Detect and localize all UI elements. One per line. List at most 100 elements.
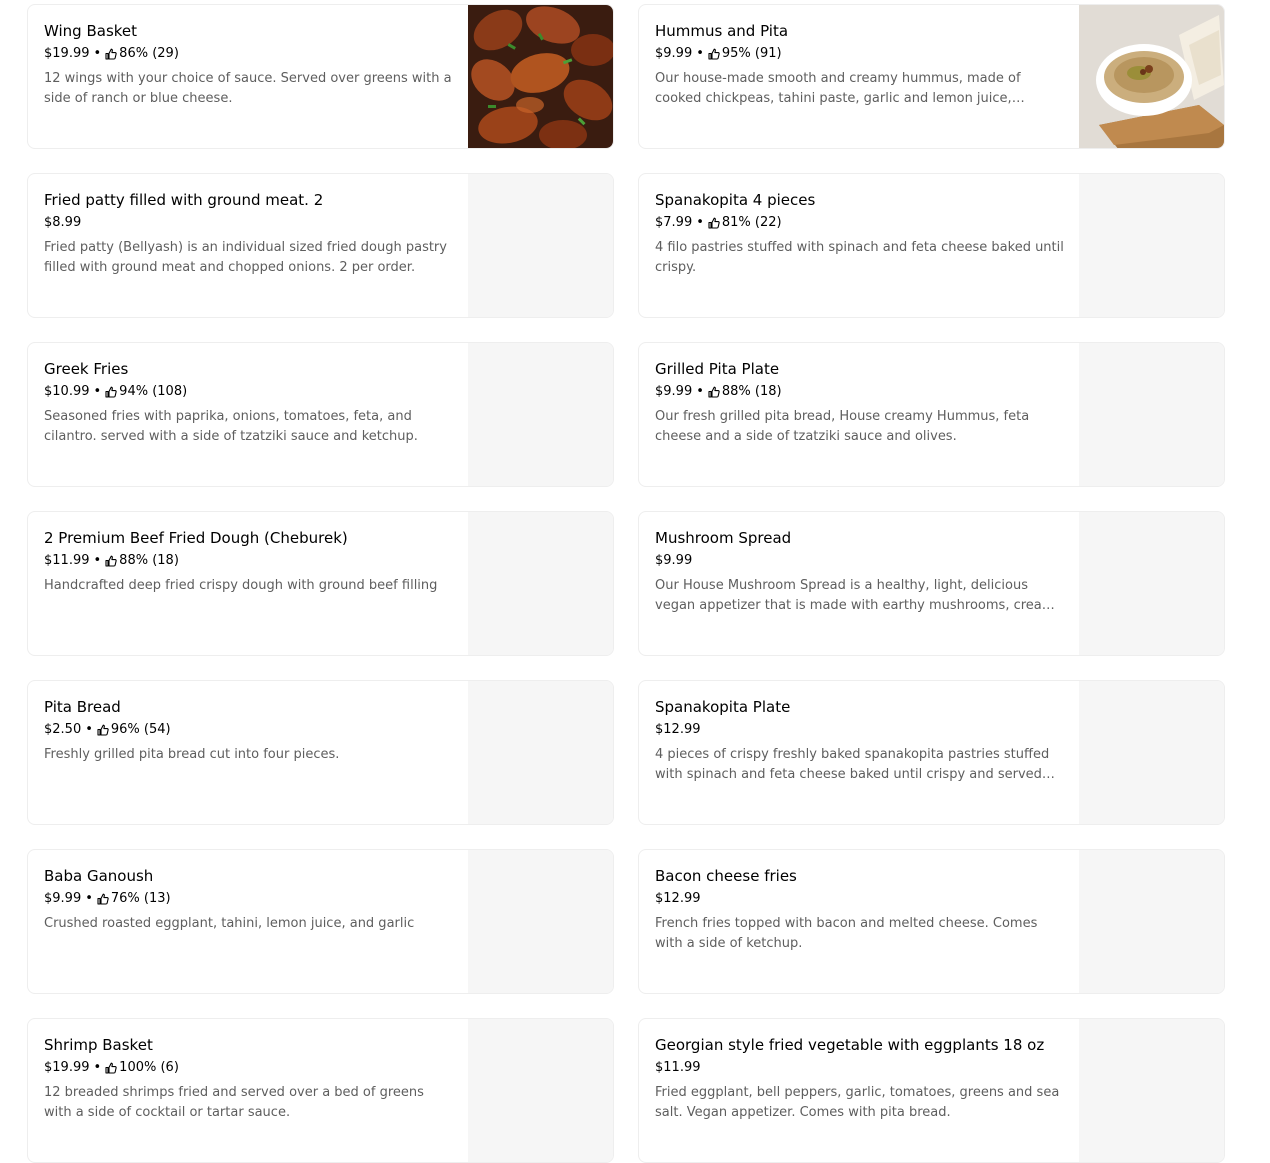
menu-item-card[interactable]: Spanakopita 4 pieces $7.99 • 81% (22) 4 … [638,173,1225,318]
menu-item-card[interactable]: Grilled Pita Plate $9.99 • 88% (18) Our … [638,342,1225,487]
menu-item-price: $9.99 [655,553,693,568]
menu-item-card[interactable]: Mushroom Spread $9.99 Our House Mushroom… [638,511,1225,656]
menu-item-card[interactable]: Baba Ganoush $9.99 • 76% (13) Crushed ro… [27,849,614,994]
meta-separator: • [85,722,93,737]
menu-item-meta: $9.99 • 76% (13) [44,890,454,908]
menu-item-info: Wing Basket $19.99 • 86% (29) 12 wings w… [44,21,454,109]
menu-item-rating: 88% (18) [119,553,179,568]
menu-item-title: Grilled Pita Plate [655,360,780,378]
thumbs-up-icon [97,893,109,905]
menu-item-price: $12.99 [655,891,701,906]
menu-item-description: Fried eggplant, bell peppers, garlic, to… [655,1085,1060,1120]
menu-item-info: Shrimp Basket $19.99 • 100% (6) 12 bread… [44,1035,454,1123]
menu-item-card[interactable]: Georgian style fried vegetable with eggp… [638,1018,1225,1163]
menu-item-info: 2 Premium Beef Fried Dough (Cheburek) $1… [44,528,454,596]
menu-item-description: 12 breaded shrimps fried and served over… [44,1085,424,1120]
menu-item-card[interactable]: Hummus and Pita $9.99 • 95% (91) Our hou… [638,4,1225,149]
menu-item-description: Our house-made smooth and creamy hummus,… [655,71,1021,106]
menu-item-title: Wing Basket [44,22,138,40]
thumbs-up-icon [708,386,720,398]
menu-item-info: Pita Bread $2.50 • 96% (54) Freshly gril… [44,697,454,765]
menu-item-description: 12 wings with your choice of sauce. Serv… [44,71,452,106]
menu-item-title: Baba Ganoush [44,867,154,885]
menu-item-price: $7.99 [655,215,693,230]
thumbs-up-icon [105,48,117,60]
menu-item-title: Spanakopita Plate [655,698,791,716]
menu-item-info: Hummus and Pita $9.99 • 95% (91) Our hou… [655,21,1065,109]
thumbs-up-icon [105,386,117,398]
menu-item-description: Our fresh grilled pita bread, House crea… [655,409,1030,444]
menu-item-grid: Wing Basket $19.99 • 86% (29) 12 wings w… [27,4,1225,1163]
menu-item-description: 4 filo pastries stuffed with spinach and… [655,240,1064,275]
menu-item-meta: $12.99 [655,890,1065,908]
menu-item-meta: $19.99 • 86% (29) [44,45,454,63]
menu-item-rating: 100% (6) [119,1060,179,1075]
menu-item-card[interactable]: Greek Fries $10.99 • 94% (108) Seasoned … [27,342,614,487]
menu-item-rating: 94% (108) [119,384,188,399]
menu-item-info: Georgian style fried vegetable with eggp… [655,1035,1065,1123]
meta-separator: • [93,553,102,568]
menu-item-info: Spanakopita 4 pieces $7.99 • 81% (22) 4 … [655,190,1065,278]
menu-item-price: $19.99 [44,1060,90,1075]
menu-item-description: Our House Mushroom Spread is a healthy, … [655,578,1055,613]
menu-item-price: $19.99 [44,46,90,61]
menu-item-card[interactable]: Fried patty filled with ground meat. 2 $… [27,173,614,318]
image-placeholder [468,174,613,317]
menu-item-title: Hummus and Pita [655,22,789,40]
meta-separator: • [93,1060,102,1075]
menu-item-rating: 76% (13) [110,891,171,906]
menu-item-price: $9.99 [655,46,693,61]
menu-item-card[interactable]: Bacon cheese fries $12.99 French fries t… [638,849,1225,994]
menu-item-rating: 95% (91) [721,46,782,61]
menu-item-meta: $9.99 • 88% (18) [655,383,1065,401]
meta-separator: • [93,46,102,61]
image-placeholder [468,850,613,993]
menu-item-title: Shrimp Basket [44,1036,153,1054]
menu-item-meta: $9.99 [655,552,1065,570]
image-placeholder [468,1019,613,1162]
menu-item-meta: $11.99 • 88% (18) [44,552,454,570]
menu-item-title: Greek Fries [44,360,129,378]
menu-item-description: French fries topped with bacon and melte… [655,916,1038,951]
thumbs-up-icon [105,555,117,567]
menu-item-meta: $11.99 [655,1059,1065,1077]
meta-separator: • [696,215,704,230]
menu-item-card[interactable]: Shrimp Basket $19.99 • 100% (6) 12 bread… [27,1018,614,1163]
menu-item-info: Greek Fries $10.99 • 94% (108) Seasoned … [44,359,454,447]
menu-item-card[interactable]: Wing Basket $19.99 • 86% (29) 12 wings w… [27,4,614,149]
menu-item-price: $10.99 [44,384,90,399]
menu-item-info: Grilled Pita Plate $9.99 • 88% (18) Our … [655,359,1065,447]
menu-item-meta: $7.99 • 81% (22) [655,214,1065,232]
menu-item-description: Handcrafted deep fried crispy dough with… [44,578,438,593]
menu-item-title: Mushroom Spread [655,529,792,547]
menu-item-meta: $2.50 • 96% (54) [44,721,454,739]
menu-item-description: Freshly grilled pita bread cut into four… [44,747,340,762]
image-placeholder [1079,174,1224,317]
menu-item-title: Bacon cheese fries [655,867,797,885]
menu-item-card[interactable]: Pita Bread $2.50 • 96% (54) Freshly gril… [27,680,614,825]
hummus-bowl-photo [1079,5,1224,148]
image-placeholder [1079,512,1224,655]
menu-item-card[interactable]: Spanakopita Plate $12.99 4 pieces of cri… [638,680,1225,825]
thumbs-up-icon [708,48,720,60]
thumbs-up-icon [97,724,109,736]
menu-item-meta: $8.99 [44,214,454,232]
menu-item-description: Crushed roasted eggplant, tahini, lemon … [44,916,415,931]
menu-item-card[interactable]: 2 Premium Beef Fried Dough (Cheburek) $1… [27,511,614,656]
image-placeholder [468,681,613,824]
menu-item-rating: 81% (22) [721,215,782,230]
menu-item-meta: $12.99 [655,721,1065,739]
image-placeholder [1079,343,1224,486]
menu-item-info: Mushroom Spread $9.99 Our House Mushroom… [655,528,1065,616]
menu-item-price: $9.99 [44,891,82,906]
menu-item-meta: $9.99 • 95% (91) [655,45,1065,63]
menu-item-title: Pita Bread [44,698,121,716]
menu-item-description: 4 pieces of crispy freshly baked spanako… [655,747,1055,782]
image-placeholder [468,343,613,486]
menu-item-rating: 96% (54) [110,722,171,737]
meta-separator: • [85,891,93,906]
meta-separator: • [696,46,704,61]
image-placeholder [1079,1019,1224,1162]
image-placeholder [1079,681,1224,824]
image-placeholder [468,512,613,655]
